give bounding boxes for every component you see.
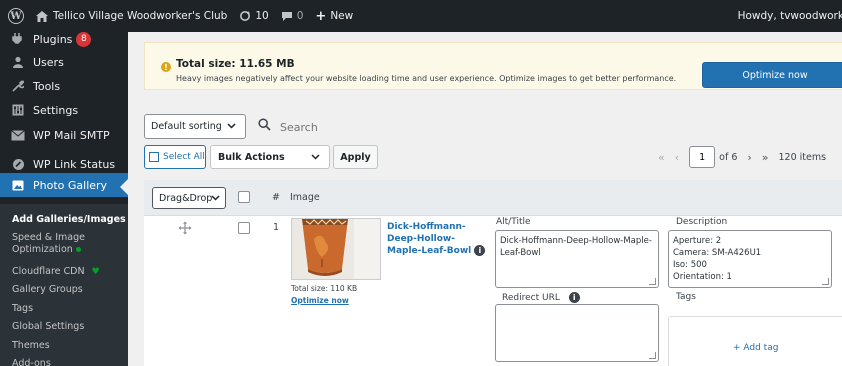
sidebar-item-photo-gallery[interactable]: Photo Gallery	[0, 173, 128, 197]
sidebar-item-tools[interactable]: Tools	[0, 74, 128, 98]
plus-icon: +	[315, 8, 327, 24]
last-page-button[interactable]: »	[762, 151, 769, 164]
image-thumbnail[interactable]	[291, 218, 381, 280]
settings-icon	[8, 104, 28, 116]
home-icon	[36, 10, 48, 22]
resize-handle-icon[interactable]	[649, 278, 656, 285]
search-icon	[258, 118, 271, 134]
updates-icon	[239, 10, 251, 22]
move-icon[interactable]	[178, 221, 192, 238]
plugins-update-badge: 8	[76, 32, 92, 47]
select-all-checkbox	[149, 152, 159, 162]
resize-handle-icon[interactable]	[822, 278, 829, 285]
heart-icon: ♥	[91, 267, 100, 277]
chevron-down-icon	[211, 193, 220, 205]
notice-title: Total size: 11.65 MB	[176, 58, 295, 70]
chevron-down-icon	[311, 152, 320, 164]
admin-sidebar: Plugins 8 Users Tools Settings WP Mail S…	[0, 32, 128, 366]
optimize-now-button[interactable]: Optimize now	[702, 62, 842, 88]
resize-handle-icon[interactable]	[649, 352, 656, 359]
sidebar-item-settings[interactable]: Settings	[0, 98, 128, 122]
next-page-button[interactable]: ›	[747, 151, 751, 164]
submenu-cloudflare-cdn[interactable]: Cloudflare CDN ♥	[12, 266, 100, 278]
submenu-themes[interactable]: Themes	[12, 340, 50, 352]
info-icon[interactable]: i	[568, 292, 580, 303]
tags-label: Tags	[676, 292, 696, 302]
search-input[interactable]	[280, 116, 840, 138]
users-icon	[8, 56, 28, 68]
apply-button[interactable]: Apply	[333, 145, 378, 169]
drag-drop-select[interactable]: Drag&Drop	[152, 187, 226, 209]
optimize-now-link[interactable]: Optimize now	[291, 296, 349, 305]
admin-bar: W Tellico Village Woodworker's Club 10 0…	[0, 0, 842, 32]
bulk-actions-select[interactable]: Bulk Actions	[210, 145, 330, 169]
new-content-link[interactable]: + New	[309, 0, 359, 32]
sorting-select[interactable]: Default sorting	[144, 114, 246, 139]
wordpress-logo-button[interactable]: W	[0, 0, 30, 32]
image-title-link[interactable]: Dick-Hoffmann-Deep-Hollow-Maple-Leaf-Bow…	[387, 221, 487, 257]
info-icon[interactable]: i	[474, 245, 486, 256]
account-menu[interactable]: Howdy, tvwoodworke	[738, 0, 842, 32]
row-checkbox[interactable]	[238, 222, 250, 234]
column-header-number: #	[272, 192, 280, 203]
optimization-notice: ! Total size: 11.65 MB Heavy images nega…	[144, 42, 842, 90]
site-name-link[interactable]: Tellico Village Woodworker's Club	[30, 0, 233, 32]
tools-icon	[8, 80, 28, 92]
alt-title-label: Alt/Title	[496, 217, 531, 227]
chevron-down-icon	[227, 121, 236, 133]
prev-page-button[interactable]: ‹	[675, 151, 679, 164]
description-field[interactable]: Aperture: 2 Camera: SM-A426U1 Iso: 500 O…	[668, 230, 832, 288]
submenu-add-ons[interactable]: Add-ons	[12, 358, 51, 366]
current-page-input[interactable]	[689, 146, 716, 168]
submenu-global-settings[interactable]: Global Settings	[12, 321, 84, 333]
items-count: 120 items	[778, 151, 827, 163]
sidebar-item-plugins[interactable]: Plugins 8	[0, 32, 128, 50]
main-content: ! Total size: 11.65 MB Heavy images nega…	[128, 32, 842, 366]
redirect-url-label: Redirect URL i	[502, 292, 580, 303]
sidebar-item-wp-mail-smtp[interactable]: WP Mail SMTP	[0, 122, 128, 148]
sidebar-item-users[interactable]: Users	[0, 50, 128, 74]
photo-gallery-submenu: Add Galleries/Images Speed & Image Optim…	[0, 204, 128, 366]
table-header: Drag&Drop # Image	[144, 180, 842, 216]
submenu-gallery-groups[interactable]: Gallery Groups	[12, 284, 83, 296]
first-page-button[interactable]: «	[658, 151, 665, 164]
table-row: 1 Total size: 110 KB Optimize now Dick-H…	[144, 216, 842, 366]
pagination: « ‹ of 6 › » 120 items	[658, 145, 826, 169]
comment-icon	[281, 11, 293, 22]
notice-text: Heavy images negatively affect your webs…	[176, 74, 677, 83]
redirect-url-field[interactable]	[495, 304, 659, 362]
header-checkbox[interactable]	[238, 191, 250, 203]
submenu-add-galleries-images[interactable]: Add Galleries/Images	[12, 214, 126, 226]
active-menu-pointer	[120, 179, 128, 195]
submenu-tags[interactable]: Tags	[12, 303, 33, 315]
submenu-speed-image-optimization[interactable]: Speed & Image Optimization	[12, 232, 122, 256]
select-all-button[interactable]: Select All	[144, 145, 206, 169]
total-pages: of 6	[719, 151, 738, 163]
link-status-icon	[8, 158, 28, 171]
wordpress-icon: W	[8, 8, 24, 24]
description-label: Description	[676, 217, 728, 227]
alt-title-field[interactable]: Dick-Hoffmann-Deep-Hollow-Maple-Leaf-Bow…	[495, 230, 659, 288]
updates-link[interactable]: 10	[233, 0, 274, 32]
column-header-image: Image	[290, 192, 320, 203]
status-dot-icon	[75, 247, 81, 252]
warning-icon: !	[161, 62, 171, 72]
plugins-icon	[8, 33, 28, 45]
tags-box: + Add tag	[668, 316, 842, 366]
photo-gallery-icon	[8, 180, 28, 191]
image-total-size: Total size: 110 KB	[291, 284, 358, 293]
mail-icon	[8, 129, 28, 141]
comments-link[interactable]: 0	[275, 0, 310, 32]
add-tag-link[interactable]: + Add tag	[733, 343, 778, 353]
row-number: 1	[273, 222, 280, 233]
